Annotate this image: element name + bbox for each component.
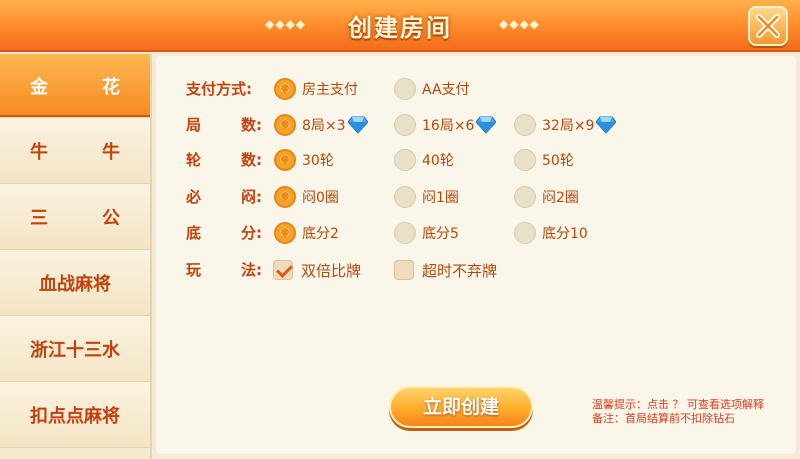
base-score-label: 底 分:: [186, 221, 262, 245]
radio-empty-icon: [394, 78, 416, 100]
sidebar-item-label: 牛: [102, 141, 120, 163]
sidebar-item-label: 浙江十三水: [30, 339, 120, 361]
option-rounds-8[interactable]: 8局×3: [274, 113, 368, 137]
option-label: AA支付: [422, 82, 470, 98]
sidebar-item-niuniu[interactable]: 牛 牛: [0, 118, 150, 184]
option-label: 50轮: [542, 153, 574, 169]
option-turns-40[interactable]: 40轮: [394, 148, 454, 172]
radio-selected-icon: [274, 149, 296, 171]
radio-selected-icon: [274, 78, 296, 100]
game-type-sidebar: 金 花 牛 牛 三 公 血战麻将 浙江十三水 扣点点麻将: [0, 54, 152, 459]
label-char: 闷:: [241, 188, 262, 206]
sidebar-item-jinhua[interactable]: 金 花: [0, 54, 150, 118]
payment-label: 支付方式:: [186, 80, 252, 98]
create-room-button[interactable]: 立即创建: [389, 386, 533, 428]
sidebar-item-label: 血战麻将: [39, 273, 111, 295]
option-rounds-16[interactable]: 16局×6: [394, 113, 497, 137]
option-label: 闷1圈: [422, 190, 459, 206]
radio-empty-icon: [394, 114, 416, 136]
sidebar-item-label: 花: [102, 76, 120, 98]
checkbox-empty-icon: [394, 260, 414, 280]
sidebar-item-label: 牛: [30, 141, 48, 163]
sidebar-item-koudian-mahjong[interactable]: 扣点点麻将: [0, 382, 150, 448]
label-char: 底: [186, 224, 202, 242]
option-label: 双倍比牌: [301, 261, 362, 280]
radio-empty-icon: [394, 222, 416, 244]
diamond-icon: [596, 116, 617, 134]
radio-empty-icon: [514, 149, 536, 171]
create-room-dialog: ◆◆◆◆ 创建房间 ◆◆◆◆ 金 花 牛 牛 三 公 血战麻将 浙江十三水 扣点…: [0, 0, 800, 459]
radio-empty-icon: [514, 114, 536, 136]
radio-empty-icon: [394, 186, 416, 208]
checkbox-double-compare[interactable]: 双倍比牌: [273, 258, 361, 282]
play-mode-label: 玩 法:: [186, 258, 262, 282]
sidebar-item-label: 扣点点麻将: [30, 405, 120, 427]
radio-empty-icon: [394, 149, 416, 171]
radio-selected-icon: [274, 186, 296, 208]
close-x-icon: [756, 14, 780, 38]
header-deco-right: ◆◆◆◆: [499, 17, 540, 31]
label-char: 局: [186, 116, 202, 134]
option-base-score-5[interactable]: 底分5: [394, 221, 459, 245]
radio-selected-icon: [274, 222, 296, 244]
dialog-title: 创建房间: [348, 14, 452, 42]
dialog-header: ◆◆◆◆ 创建房间 ◆◆◆◆: [0, 0, 800, 52]
option-label: 闷2圈: [542, 190, 579, 206]
radio-selected-icon: [274, 114, 296, 136]
option-label: 底分5: [422, 226, 459, 242]
sidebar-item-label: 公: [102, 207, 120, 229]
label-char: 必: [186, 188, 202, 206]
sidebar-item-label: 三: [30, 207, 48, 229]
option-label: 底分10: [542, 226, 588, 242]
tip-line: 备注：首局结算前不扣除钻石: [592, 412, 735, 425]
option-payment-owner[interactable]: 房主支付: [274, 77, 358, 101]
option-base-score-2[interactable]: 底分2: [274, 221, 339, 245]
must-look-label: 必 闷:: [186, 185, 262, 209]
option-label: 30轮: [302, 153, 334, 169]
close-button[interactable]: [748, 6, 788, 46]
option-label: 40轮: [422, 153, 454, 169]
label-char: 数:: [241, 151, 262, 169]
checkbox-checked-icon: [273, 260, 293, 280]
option-label: 8局×3: [302, 118, 346, 134]
option-rounds-32[interactable]: 32局×9: [514, 113, 617, 137]
option-label: 32局×9: [542, 118, 595, 134]
option-turns-30[interactable]: 30轮: [274, 148, 334, 172]
option-must-look-0[interactable]: 闷0圈: [274, 185, 339, 209]
sidebar-item-sangong[interactable]: 三 公: [0, 184, 150, 250]
option-label: 底分2: [302, 226, 339, 242]
checkbox-timeout-no-fold[interactable]: 超时不弃牌: [394, 258, 497, 282]
label-char: 玩: [186, 261, 202, 279]
sidebar-item-label: 金: [30, 76, 48, 98]
sidebar-item-zhejiang-13[interactable]: 浙江十三水: [0, 316, 150, 382]
sidebar-item-xuezhan-mahjong[interactable]: 血战麻将: [0, 250, 150, 316]
radio-empty-icon: [514, 186, 536, 208]
option-must-look-1[interactable]: 闷1圈: [394, 185, 459, 209]
option-payment-aa[interactable]: AA支付: [394, 77, 470, 101]
diamond-icon: [476, 116, 497, 134]
tip-line: 温馨提示：点击 ？ 可查看选项解释: [592, 398, 764, 411]
label-char: 分:: [241, 224, 262, 242]
option-label: 闷0圈: [302, 190, 339, 206]
radio-empty-icon: [514, 222, 536, 244]
option-label: 超时不弃牌: [422, 261, 498, 280]
diamond-icon: [347, 116, 368, 134]
turns-label: 轮 数:: [186, 148, 262, 172]
option-label: 房主支付: [302, 82, 358, 98]
label-char: 轮: [186, 151, 202, 169]
option-must-look-2[interactable]: 闷2圈: [514, 185, 579, 209]
label-char: 法:: [241, 261, 262, 279]
label-char: 数:: [241, 116, 262, 134]
tips-text: 温馨提示：点击 ？ 可查看选项解释 备注：首局结算前不扣除钻石: [592, 398, 764, 426]
rounds-label: 局 数:: [186, 113, 262, 137]
option-base-score-10[interactable]: 底分10: [514, 221, 588, 245]
option-label: 16局×6: [422, 118, 475, 134]
option-turns-50[interactable]: 50轮: [514, 148, 574, 172]
